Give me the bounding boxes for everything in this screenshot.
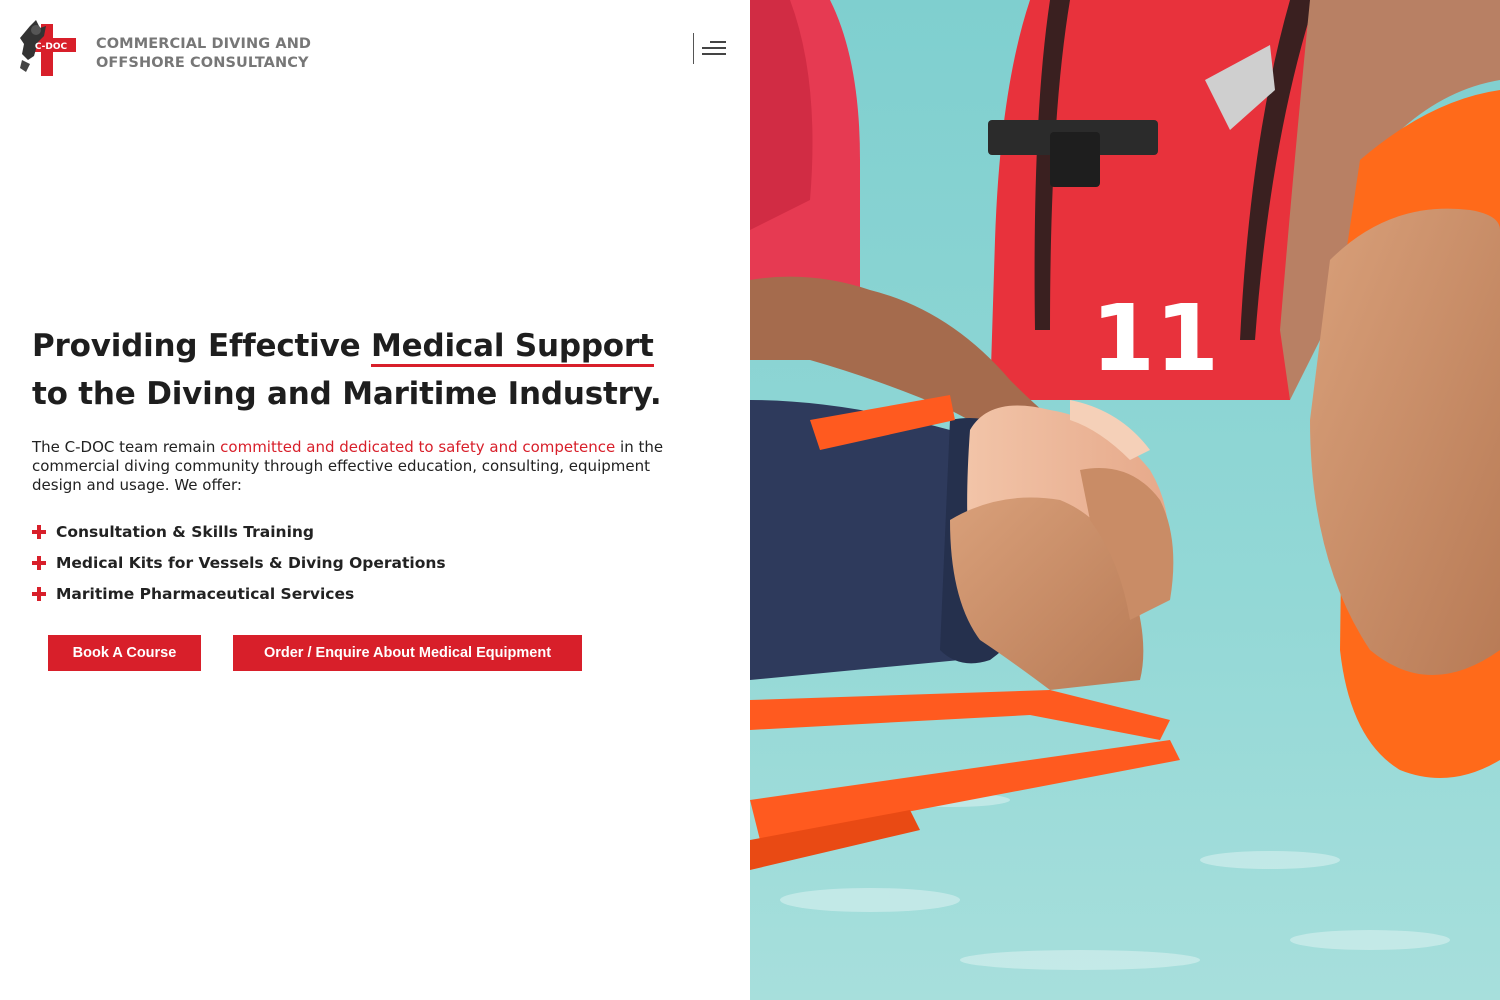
brand-name-line2: OFFSHORE CONSULTANCY: [96, 55, 309, 71]
hero-title: Providing Effective Medical Support to t…: [32, 322, 682, 418]
offer-item: Consultation & Skills Training: [32, 516, 682, 547]
menu-bar-middle: [702, 47, 726, 49]
offer-label: Medical Kits for Vessels & Diving Operat…: [56, 553, 446, 572]
offer-item: Maritime Pharmaceutical Services: [32, 578, 682, 609]
brand-name[interactable]: COMMERCIAL DIVING AND OFFSHORE CONSULTAN…: [96, 35, 311, 73]
hero-title-highlight: Medical Support: [371, 328, 654, 367]
offer-label: Maritime Pharmaceutical Services: [56, 584, 355, 603]
offer-label: Consultation & Skills Training: [56, 522, 315, 541]
vest-number: 11: [1091, 285, 1219, 392]
menu-bar-bottom: [702, 53, 726, 55]
offer-list: Consultation & Skills Training Medical K…: [32, 516, 682, 609]
intro-part1: The C-DOC team remain: [32, 438, 221, 456]
logo-text: C-DOC: [35, 42, 68, 52]
plus-icon: [32, 586, 46, 601]
intro-accent-text: committed and dedicated to safety and co…: [220, 438, 616, 456]
order-equipment-button[interactable]: Order / Enquire About Medical Equipment: [233, 635, 582, 671]
hero-title-part1: Providing Effective: [32, 328, 372, 364]
brand-name-line1: COMMERCIAL DIVING AND: [96, 36, 312, 52]
menu-bar-top: [710, 41, 726, 43]
hamburger-menu-icon[interactable]: [700, 38, 728, 60]
hero-section: Providing Effective Medical Support to t…: [32, 322, 682, 609]
plus-icon: [32, 524, 46, 539]
book-course-button[interactable]: Book A Course: [48, 635, 201, 671]
menu-divider: [693, 33, 694, 64]
hero-photo: 11: [750, 0, 1500, 1000]
logo-icon: C-DOC: [16, 16, 80, 80]
intro-paragraph: The C-DOC team remain committed and dedi…: [32, 438, 672, 495]
plus-icon: [32, 555, 46, 570]
offer-item: Medical Kits for Vessels & Diving Operat…: [32, 547, 682, 578]
hero-title-part2: to the Diving and Maritime Industry.: [32, 376, 662, 412]
left-panel: C-DOC COMMERCIAL DIVING AND OFFSHORE CON…: [0, 0, 750, 1000]
logo[interactable]: C-DOC: [16, 16, 80, 80]
